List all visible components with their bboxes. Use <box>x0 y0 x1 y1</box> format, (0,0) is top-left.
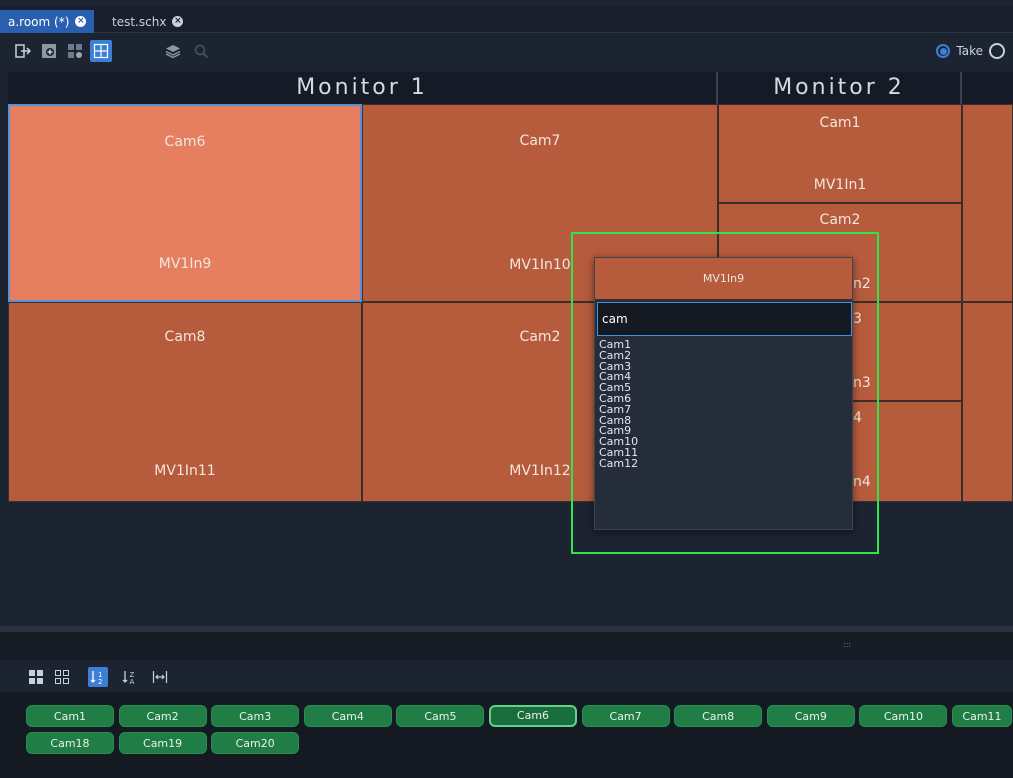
sort-numeric-icon: 12 <box>90 671 102 685</box>
source-search-input[interactable] <box>597 302 852 336</box>
small-grid-view-button[interactable] <box>52 667 72 687</box>
grid-large-icon <box>29 670 43 684</box>
source-button[interactable]: Cam18 <box>26 732 114 754</box>
source-option[interactable]: Cam4 <box>599 371 849 383</box>
source-button[interactable]: Cam3 <box>211 705 300 727</box>
zoom-icon <box>194 44 209 59</box>
sources-toolbar: 12 ZA <box>0 660 1013 692</box>
tile-input-label: MV1In11 <box>154 463 216 479</box>
svg-text:2: 2 <box>98 678 102 685</box>
tile-source-label: Cam1 <box>819 115 861 131</box>
source-button[interactable]: Cam7 <box>581 705 670 727</box>
tile-input-label: MV1In1 <box>813 177 867 193</box>
layers-button[interactable] <box>162 40 184 62</box>
source-button[interactable]: Cam2 <box>118 705 207 727</box>
exit-icon <box>15 44 31 58</box>
source-option[interactable]: Cam5 <box>599 382 849 394</box>
source-option[interactable]: Cam12 <box>599 458 849 470</box>
source-buttons-area: Cam1 Cam2 Cam3 Cam4 Cam5 Cam6 Cam7 Cam8 Cam9 Cam1… <box>0 694 1013 778</box>
source-button[interactable]: Cam9 <box>766 705 855 727</box>
source-button[interactable]: Cam1 <box>26 705 114 727</box>
large-grid-view-button[interactable] <box>26 667 46 687</box>
tile-monitor3-a[interactable] <box>962 104 1013 302</box>
tile-mv1in1[interactable]: Cam1 MV1In1 <box>718 104 962 203</box>
source-button[interactable]: Cam8 <box>674 705 763 727</box>
canvas-empty-area <box>0 502 1013 628</box>
source-option[interactable]: Cam6 <box>599 393 849 405</box>
source-option[interactable]: Cam2 <box>599 350 849 362</box>
app-window: a.room (*) × test.schx × Take Monitor 1 … <box>0 0 1013 778</box>
source-option[interactable]: Cam1 <box>599 339 849 351</box>
fit-width-button[interactable] <box>150 667 170 687</box>
zoom-button[interactable] <box>190 40 212 62</box>
tab-bar: a.room (*) × test.schx × <box>0 6 1013 33</box>
source-button[interactable]: Cam4 <box>303 705 392 727</box>
grid-small-icon <box>55 670 69 684</box>
source-option[interactable]: Cam7 <box>599 404 849 416</box>
source-button[interactable]: Cam10 <box>859 705 948 727</box>
monitor-3-header <box>962 72 1013 104</box>
sort-alpha-icon: ZA <box>122 671 135 685</box>
layers-icon <box>165 45 181 59</box>
tile-input-label: MV1In9 <box>158 256 212 272</box>
popup-title: MV1In9 <box>595 258 852 300</box>
add-tile-icon <box>42 44 56 58</box>
take-radio-on[interactable] <box>936 44 951 58</box>
tab-a-room[interactable]: a.room (*) × <box>0 10 95 33</box>
take-mode-toggle[interactable]: Take <box>936 43 1005 59</box>
source-button[interactable]: Cam5 <box>396 705 485 727</box>
tile-source-label: Cam2 <box>819 212 861 228</box>
source-button[interactable]: Cam6 <box>489 705 577 727</box>
tab-test-schx[interactable]: test.schx × <box>104 10 191 33</box>
tile-monitor3-b[interactable] <box>962 302 1013 502</box>
source-option[interactable]: Cam8 <box>599 415 849 427</box>
source-option-list: Cam1 Cam2 Cam3 Cam4 Cam5 Cam6 Cam7 Cam8 Cam9 Cam1… <box>599 339 849 470</box>
take-label: Take <box>956 44 983 58</box>
layout-toggle-button[interactable] <box>90 40 112 62</box>
tile-mv1in11[interactable]: Cam8 MV1In11 <box>8 302 362 502</box>
source-button[interactable]: Cam11 <box>952 705 1012 727</box>
toolbar: Take <box>0 34 1013 72</box>
monitor-2-header: Monitor 2 <box>718 72 962 104</box>
take-radio-off[interactable] <box>989 43 1005 59</box>
tile-source-label: Cam7 <box>519 133 561 149</box>
close-icon[interactable]: × <box>172 16 184 27</box>
grid-settings-icon <box>68 44 82 58</box>
grid-settings-button[interactable] <box>64 40 86 62</box>
fit-width-icon <box>152 671 168 683</box>
exit-button[interactable] <box>12 40 34 62</box>
monitor-1-header: Monitor 1 <box>8 72 718 104</box>
tile-source-label: Cam8 <box>164 329 206 345</box>
sort-numeric-button[interactable]: 12 <box>88 667 108 687</box>
layout-icon <box>93 43 109 59</box>
drag-handle-icon[interactable]: ::: <box>843 640 851 649</box>
source-option[interactable]: Cam3 <box>599 361 849 373</box>
svg-text:A: A <box>130 678 135 685</box>
tile-source-label: Cam6 <box>164 134 206 150</box>
tab-label: test.schx <box>112 14 167 29</box>
close-icon[interactable]: × <box>75 16 87 27</box>
tile-mv1in9[interactable]: Cam6 MV1In9 <box>8 104 362 302</box>
tab-label: a.room (*) <box>8 14 70 29</box>
source-picker-popup: MV1In9 Cam1Cam2Cam3Cam4Cam5Cam6Cam7Cam8C… <box>594 257 853 530</box>
add-tile-button[interactable] <box>38 40 60 62</box>
source-button[interactable]: Cam19 <box>118 732 207 754</box>
sort-alpha-button[interactable]: ZA <box>120 667 140 687</box>
source-button[interactable]: Cam20 <box>211 732 300 754</box>
